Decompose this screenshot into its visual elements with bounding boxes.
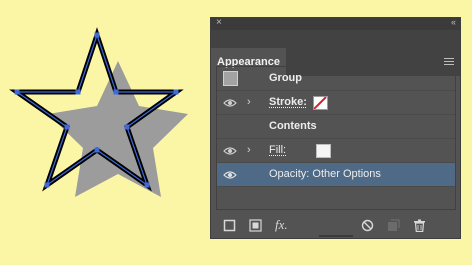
star-artwork[interactable] — [0, 0, 205, 265]
opacity-label[interactable]: Opacity: — [269, 168, 309, 180]
contents-row[interactable]: Contents — [217, 115, 455, 139]
contents-label: Contents — [269, 120, 317, 132]
close-icon[interactable]: × — [216, 17, 222, 28]
eye-icon[interactable] — [223, 170, 237, 180]
panel-titlebar[interactable]: × ‹‹ — [211, 17, 460, 30]
panel-menu-icon[interactable] — [444, 58, 454, 65]
group-thumbnail — [223, 71, 238, 86]
fill-color-swatch[interactable] — [316, 144, 331, 158]
stroke-label[interactable]: Stroke: — [269, 96, 307, 108]
panel-resize-grip[interactable] — [319, 235, 353, 237]
chevron-right-icon[interactable]: › — [247, 144, 251, 156]
group-row[interactable]: Group — [217, 67, 455, 91]
add-new-stroke-icon[interactable] — [223, 219, 236, 232]
add-new-fill-icon[interactable] — [249, 219, 262, 232]
collapse-icon[interactable]: ‹‹ — [451, 17, 456, 27]
opacity-value: Other Options — [312, 168, 381, 180]
delete-item-icon[interactable] — [413, 219, 426, 232]
clear-appearance-icon[interactable] — [361, 219, 374, 232]
fill-row[interactable]: › Fill: — [217, 139, 455, 163]
stroke-color-swatch[interactable] — [313, 96, 328, 110]
eye-icon[interactable] — [223, 98, 237, 108]
appearance-list: Group › Stroke: Contents › Fill: Opacity… — [216, 66, 456, 210]
add-new-effect-icon[interactable]: fx. — [275, 217, 297, 232]
stroke-row[interactable]: › Stroke: — [217, 91, 455, 115]
fill-label[interactable]: Fill: — [269, 144, 286, 156]
no-color-slash-icon — [314, 97, 327, 109]
opacity-row[interactable]: Opacity: Other Options — [217, 163, 455, 187]
chevron-right-icon[interactable]: › — [247, 96, 251, 108]
group-label: Group — [269, 72, 302, 84]
eye-icon[interactable] — [223, 146, 237, 156]
opacity-label-group: Opacity: Other Options — [269, 168, 381, 180]
duplicate-item-icon[interactable] — [387, 219, 400, 232]
appearance-panel: × ‹‹ Appearance Group › Stroke: Contents… — [210, 17, 461, 239]
